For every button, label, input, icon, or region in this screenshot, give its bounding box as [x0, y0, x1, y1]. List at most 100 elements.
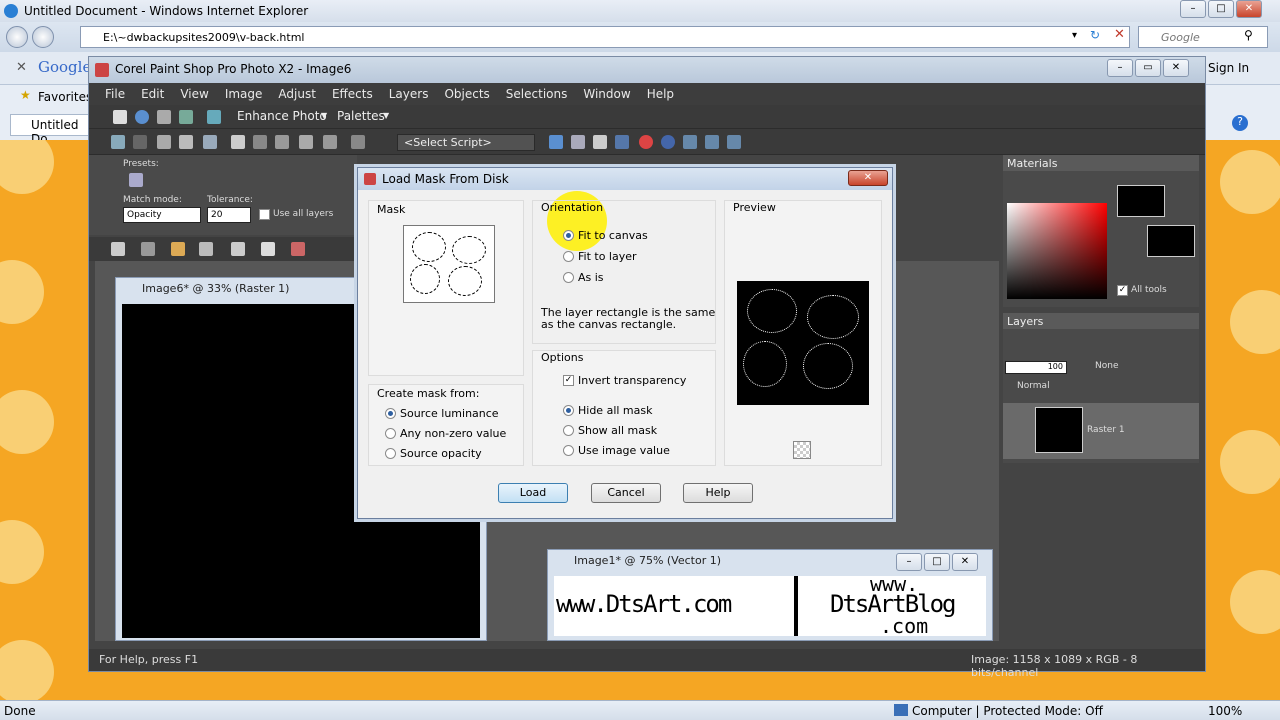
zoom-level[interactable]: 100%	[1208, 704, 1242, 718]
menu-adjust[interactable]: Adjust	[278, 83, 316, 105]
menu-effects[interactable]: Effects	[332, 83, 373, 105]
address-dropdown-icon[interactable]: ▾	[1072, 30, 1077, 41]
non-zero-radio[interactable]	[385, 428, 396, 439]
cancel-script-icon[interactable]	[705, 135, 719, 149]
background-swatch[interactable]	[1147, 225, 1195, 257]
browse-icon[interactable]	[179, 110, 193, 124]
resize-icon[interactable]	[299, 135, 313, 149]
layer-row[interactable]: Raster 1	[1003, 403, 1199, 459]
menu-layers[interactable]: Layers	[389, 83, 429, 105]
stop-icon[interactable]: ✕	[1114, 27, 1125, 42]
tolerance-input[interactable]: 20	[207, 207, 251, 223]
enhance-photo-menu[interactable]: Enhance Photo	[237, 109, 327, 123]
paste-icon[interactable]	[203, 135, 217, 149]
back-button[interactable]	[6, 26, 28, 48]
flip-icon[interactable]	[323, 135, 337, 149]
image1-minimize-button[interactable]: –	[896, 553, 922, 571]
psp-restore-button[interactable]: ▭	[1135, 59, 1161, 77]
crop-icon[interactable]	[231, 135, 245, 149]
dropper-tool-icon[interactable]	[199, 242, 213, 256]
address-input[interactable]: E:\~dwbackupsites2009\v-back.html	[80, 26, 1130, 48]
pan-tool-icon[interactable]	[111, 242, 125, 256]
new-file-icon[interactable]	[113, 110, 127, 124]
menu-objects[interactable]: Objects	[444, 83, 489, 105]
invert-transparency-checkbox[interactable]: ✓	[563, 375, 574, 386]
fit-layer-radio[interactable]	[563, 251, 574, 262]
load-button[interactable]: Load	[498, 483, 568, 503]
cancel-button[interactable]: Cancel	[591, 483, 661, 503]
maximize-button[interactable]: □	[1208, 0, 1234, 18]
security-zone[interactable]: Computer | Protected Mode: Off	[912, 704, 1103, 718]
menu-view[interactable]: View	[180, 83, 208, 105]
match-mode-select[interactable]: Opacity	[123, 207, 201, 223]
enhance-chevron-down-icon[interactable]: ▼	[321, 111, 327, 120]
cut-icon[interactable]	[157, 135, 171, 149]
info-icon[interactable]	[135, 110, 149, 124]
start-recording-icon[interactable]	[661, 135, 675, 149]
layers-palette: Layers 100 None Normal Raster 1	[1003, 313, 1199, 463]
all-tools-checkbox[interactable]: ✓	[1117, 285, 1128, 296]
psp-close-button[interactable]: ✕	[1163, 59, 1189, 77]
use-image-value-radio[interactable]	[563, 445, 574, 456]
use-all-layers-checkbox[interactable]	[259, 209, 270, 220]
stop-script-icon[interactable]	[639, 135, 653, 149]
save-icon[interactable]	[157, 110, 171, 124]
menu-image[interactable]: Image	[225, 83, 263, 105]
dialog-close-button[interactable]: ✕	[848, 170, 888, 186]
help-icon[interactable]: ?	[1232, 115, 1248, 131]
sign-in-link[interactable]: Sign In	[1208, 61, 1249, 75]
selection-tool-icon[interactable]	[171, 242, 185, 256]
straighten-tool-icon[interactable]	[261, 242, 275, 256]
palettes-chevron-down-icon[interactable]: ▼	[383, 111, 389, 120]
interactive-script-icon[interactable]	[593, 135, 607, 149]
red-eye-tool-icon[interactable]	[291, 242, 305, 256]
image1-canvas[interactable]: www.DtsArt.com www. DtsArtBlog .com	[554, 576, 986, 636]
toolbar-close-icon[interactable]: ✕	[16, 60, 27, 75]
mirror-icon[interactable]	[351, 135, 365, 149]
image1-maximize-button[interactable]: □	[924, 553, 950, 571]
transparency-toggle-icon[interactable]	[793, 441, 811, 459]
copy-icon[interactable]	[179, 135, 193, 149]
favorites-button[interactable]: Favorites	[38, 90, 92, 104]
move-tool-icon[interactable]	[141, 242, 155, 256]
pause-icon[interactable]	[683, 135, 697, 149]
help-button[interactable]: Help	[683, 483, 753, 503]
image1-window[interactable]: Image1* @ 75% (Vector 1) – □ ✕ www.DtsAr…	[547, 549, 993, 641]
minimize-button[interactable]: –	[1180, 0, 1206, 18]
undo-icon[interactable]	[111, 135, 125, 149]
image1-close-button[interactable]: ✕	[952, 553, 978, 571]
close-button[interactable]: ✕	[1236, 0, 1262, 18]
menu-file[interactable]: File	[105, 83, 125, 105]
redo-icon[interactable]	[133, 135, 147, 149]
menu-edit[interactable]: Edit	[141, 83, 164, 105]
presets-icon[interactable]	[129, 173, 143, 187]
crop-tool-icon[interactable]	[231, 242, 245, 256]
blend-mode-select[interactable]: Normal	[1017, 381, 1050, 391]
save-script-icon[interactable]	[727, 135, 741, 149]
select-icon[interactable]	[253, 135, 267, 149]
source-luminance-radio[interactable]	[385, 408, 396, 419]
browser-tab[interactable]: Untitled Do	[10, 114, 90, 146]
source-opacity-radio[interactable]	[385, 448, 396, 459]
edit-script-icon[interactable]	[571, 135, 585, 149]
run-script-icon[interactable]	[549, 135, 563, 149]
rotate-icon[interactable]	[275, 135, 289, 149]
as-is-radio[interactable]	[563, 272, 574, 283]
opacity-input[interactable]: 100	[1005, 361, 1067, 374]
menu-help[interactable]: Help	[647, 83, 674, 105]
search-icon[interactable]: ⚲	[1244, 28, 1253, 42]
forward-button[interactable]	[32, 26, 54, 48]
menu-selections[interactable]: Selections	[506, 83, 568, 105]
fit-canvas-radio[interactable]	[563, 230, 574, 241]
record-icon[interactable]	[615, 135, 629, 149]
menu-window[interactable]: Window	[583, 83, 630, 105]
hide-all-mask-radio[interactable]	[563, 405, 574, 416]
color-picker[interactable]	[1007, 203, 1107, 299]
mask-thumbnail[interactable]	[403, 225, 495, 303]
psp-minimize-button[interactable]: –	[1107, 59, 1133, 77]
select-script-dropdown[interactable]: <Select Script>	[397, 134, 535, 151]
refresh-icon[interactable]: ↻	[1090, 28, 1100, 42]
show-all-mask-radio[interactable]	[563, 425, 574, 436]
foreground-swatch[interactable]	[1117, 185, 1165, 217]
palettes-menu[interactable]: Palettes	[337, 109, 385, 123]
